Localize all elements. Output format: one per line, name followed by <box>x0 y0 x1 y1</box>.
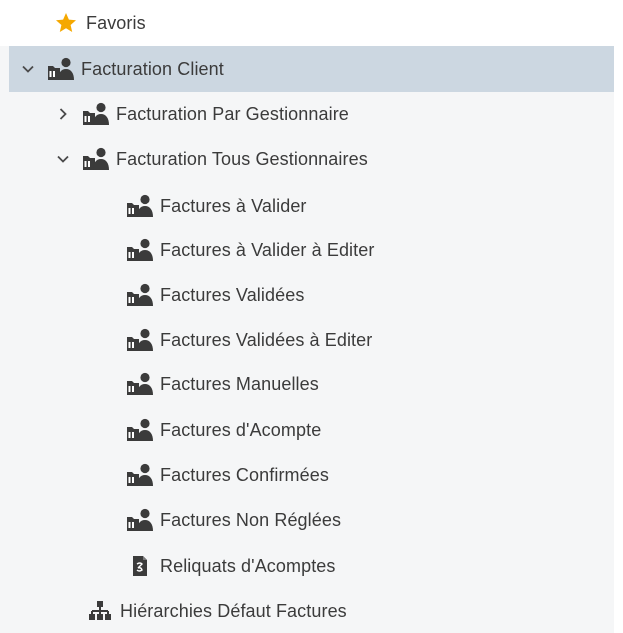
tree-node-label: Factures Confirmées <box>160 464 329 485</box>
tree-node-par-gestionnaire[interactable]: Facturation Par Gestionnaire <box>54 96 349 132</box>
tree-node-label: Hiérarchies Défaut Factures <box>120 600 347 621</box>
users-folder-icon <box>126 371 154 397</box>
users-folder-icon <box>82 101 110 127</box>
tree-leaf-item[interactable]: Factures Validées à Editer <box>126 322 372 358</box>
users-folder-icon <box>126 237 154 263</box>
users-folder-icon <box>126 462 154 488</box>
tree-node-favorites[interactable]: Favoris <box>52 5 146 41</box>
tree-node-label: Factures à Valider à Editer <box>160 239 375 260</box>
users-folder-icon <box>126 417 154 443</box>
tree-node-label: Factures à Valider <box>160 195 307 216</box>
tree-leaf-item[interactable]: Factures Manuelles <box>126 366 319 402</box>
tree-node-label: Factures d'Acompte <box>160 419 322 440</box>
tree-leaf-item[interactable]: Factures d'Acompte <box>126 412 321 448</box>
users-folder-icon <box>126 507 154 533</box>
chevron-right-icon[interactable] <box>54 105 72 123</box>
star-icon <box>52 10 80 36</box>
document-icon <box>126 553 154 579</box>
tree-leaf-item[interactable]: Factures à Valider <box>126 188 307 224</box>
chevron-down-icon[interactable] <box>19 60 37 78</box>
tree-node-label: Factures Validées à Editer <box>160 329 373 350</box>
tree-node-label: Facturation Tous Gestionnaires <box>116 148 368 169</box>
tree-node-label: Reliquats d'Acomptes <box>160 555 336 576</box>
users-folder-icon <box>126 327 154 353</box>
chevron-down-icon[interactable] <box>54 150 72 168</box>
tree-node-label: Factures Non Réglées <box>160 509 342 530</box>
tree-node-label: Factures Validées <box>160 284 305 305</box>
users-folder-icon <box>126 282 154 308</box>
tree-node-label: Facturation Client <box>81 58 224 79</box>
tree-leaf-item[interactable]: Factures Non Réglées <box>126 502 341 538</box>
users-folder-icon <box>126 193 154 219</box>
tree-leaf-item[interactable]: Factures à Valider à Editer <box>126 232 374 268</box>
navigation-tree: Favoris Facturation Client Facturation P… <box>0 0 623 633</box>
hierarchy-icon <box>86 598 114 624</box>
tree-node-facturation-client[interactable]: Facturation Client <box>9 46 614 92</box>
tree-node-label: Facturation Par Gestionnaire <box>116 103 349 124</box>
tree-node-label: Factures Manuelles <box>160 373 319 394</box>
users-folder-icon <box>47 56 75 82</box>
tree-panel: Favoris Facturation Client Facturation P… <box>0 0 614 633</box>
users-folder-icon <box>82 146 110 172</box>
tree-node-label: Favoris <box>86 12 146 33</box>
tree-node-hierarchies[interactable]: Hiérarchies Défaut Factures <box>86 593 347 629</box>
tree-leaf-item[interactable]: Factures Confirmées <box>126 457 329 493</box>
tree-leaf-item-reliquats[interactable]: Reliquats d'Acomptes <box>126 548 336 584</box>
tree-node-tous-gestionnaires[interactable]: Facturation Tous Gestionnaires <box>54 141 368 177</box>
tree-leaf-item[interactable]: Factures Validées <box>126 277 304 313</box>
